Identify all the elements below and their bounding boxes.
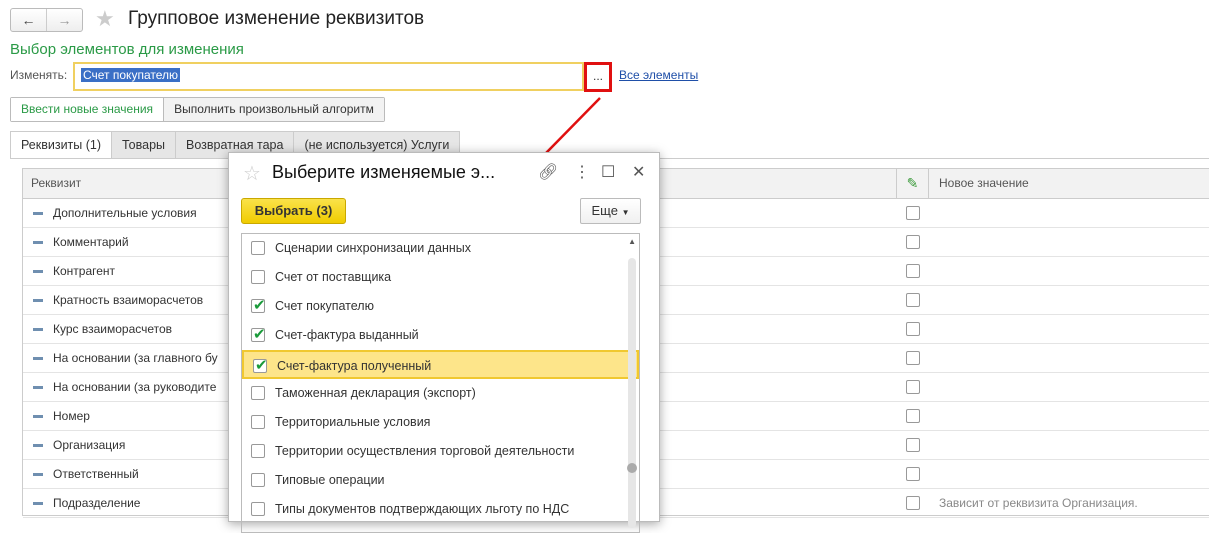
item-label: Счет-фактура выданный: [275, 328, 419, 342]
item-checkbox[interactable]: [251, 325, 266, 343]
change-checkbox[interactable]: [906, 351, 920, 365]
item-label: Счет-фактура полученный: [277, 359, 432, 373]
new-value[interactable]: Зависит от реквизита Организация.: [939, 489, 1138, 518]
more-actions-icon[interactable]: ⋮: [574, 162, 590, 182]
item-label: Счет покупателю: [275, 299, 374, 313]
change-checkbox[interactable]: [906, 322, 920, 336]
item-label: Территориальные условия: [275, 415, 431, 429]
item-label: Таможенная декларация (экспорт): [275, 386, 476, 400]
enter-new-values-button[interactable]: Ввести новые значения: [11, 98, 165, 121]
change-checkbox[interactable]: [906, 206, 920, 220]
attribute-name: Организация: [33, 431, 125, 460]
item-checkbox[interactable]: [251, 502, 265, 516]
change-checkbox[interactable]: [906, 496, 920, 510]
select-button[interactable]: Выбрать (3): [241, 198, 346, 224]
item-label: Территории осуществления торговой деятел…: [275, 444, 575, 458]
change-field[interactable]: Счет покупателю: [73, 62, 584, 91]
attribute-name: Ответственный: [33, 460, 139, 489]
section-title: Выбор элементов для изменения: [10, 41, 244, 58]
list-item[interactable]: Территориальные условия: [242, 408, 639, 437]
pencil-icon: ✎: [896, 169, 929, 198]
attribute-name: Курс взаиморасчетов: [33, 315, 172, 344]
close-icon[interactable]: ✕: [632, 162, 645, 182]
attribute-name: На основании (за главного бу: [33, 344, 218, 373]
change-value: Счет покупателю: [81, 68, 180, 82]
all-elements-link[interactable]: Все элементы: [619, 68, 698, 82]
back-button[interactable]: ←: [11, 9, 46, 31]
change-checkbox[interactable]: [906, 293, 920, 307]
attribute-name: Контрагент: [33, 257, 115, 286]
item-checkbox[interactable]: [251, 270, 265, 284]
scroll-up-icon[interactable]: ▲: [628, 237, 636, 246]
attribute-name: Подразделение: [33, 489, 140, 518]
more-label: Еще: [591, 203, 618, 218]
more-button[interactable]: Еще ▼: [580, 198, 641, 224]
change-checkbox[interactable]: [906, 380, 920, 394]
favorite-star-icon[interactable]: ★: [95, 6, 115, 32]
list-item[interactable]: Типовые операции: [242, 466, 639, 495]
col-attribute: Реквизит: [31, 176, 82, 190]
list-item[interactable]: Счет от поставщика: [242, 263, 639, 292]
item-label: Типовые операции: [275, 473, 385, 487]
list-item[interactable]: Счет покупателю: [242, 292, 639, 321]
list-item[interactable]: Типы документов подтверждающих льготу по…: [242, 495, 639, 524]
maximize-icon[interactable]: ☐: [601, 162, 615, 182]
attribute-name: Кратность взаиморасчетов: [33, 286, 203, 315]
dialog-title: Выберите изменяемые э...: [272, 162, 496, 182]
run-algorithm-button[interactable]: Выполнить произвольный алгоритм: [164, 98, 384, 121]
change-checkbox[interactable]: [906, 467, 920, 481]
item-checkbox[interactable]: [251, 415, 265, 429]
change-label: Изменять:: [10, 68, 68, 82]
attribute-name: Комментарий: [33, 228, 129, 257]
scrollbar-thumb[interactable]: [627, 463, 637, 473]
item-checkbox[interactable]: [253, 356, 268, 374]
attribute-name: Дополнительные условия: [33, 199, 197, 228]
change-checkbox[interactable]: [906, 409, 920, 423]
select-elements-dialog: ☆ Выберите изменяемые э... 🔗︎ ⋮ ☐ ✕ Выбр…: [228, 152, 660, 533]
item-label: Сценарии синхронизации данных: [275, 241, 471, 255]
tab-attributes[interactable]: Реквизиты (1): [10, 131, 113, 159]
change-checkbox[interactable]: [906, 235, 920, 249]
favorite-star-icon[interactable]: ☆: [243, 161, 261, 186]
item-checkbox[interactable]: [251, 444, 265, 458]
chevron-down-icon: ▼: [621, 208, 630, 217]
item-checkbox[interactable]: [251, 296, 266, 314]
forward-button[interactable]: →: [46, 9, 82, 31]
list-item[interactable]: Сценарии синхронизации данных: [242, 234, 639, 263]
item-label: Типы документов подтверждающих льготу по…: [275, 502, 570, 516]
change-checkbox[interactable]: [906, 264, 920, 278]
list-item[interactable]: Таможенная декларация (экспорт): [242, 379, 639, 408]
col-new-value: Новое значение: [939, 176, 1029, 190]
link-icon[interactable]: 🔗︎: [538, 162, 558, 182]
list-item[interactable]: Счет-фактура выданный: [242, 321, 639, 350]
mode-switch: Ввести новые значения Выполнить произвол…: [10, 97, 385, 122]
navigation-buttons: ← →: [10, 8, 83, 32]
attribute-name: Номер: [33, 402, 90, 431]
tab-goods[interactable]: Товары: [111, 131, 177, 158]
item-checkbox[interactable]: [251, 473, 265, 487]
scrollbar[interactable]: [628, 258, 636, 528]
item-checkbox[interactable]: [251, 386, 265, 400]
item-checkbox[interactable]: [251, 241, 265, 255]
page-title: Групповое изменение реквизитов: [128, 8, 425, 29]
item-label: Счет от поставщика: [275, 270, 392, 284]
change-checkbox[interactable]: [906, 438, 920, 452]
list-item[interactable]: Территории осуществления торговой деятел…: [242, 437, 639, 466]
list-item[interactable]: Счет-фактура полученный: [242, 350, 639, 379]
attribute-name: На основании (за руководите: [33, 373, 216, 402]
select-elements-button[interactable]: ...: [584, 62, 612, 92]
elements-list: Сценарии синхронизации данных Счет от пос…: [241, 233, 640, 533]
